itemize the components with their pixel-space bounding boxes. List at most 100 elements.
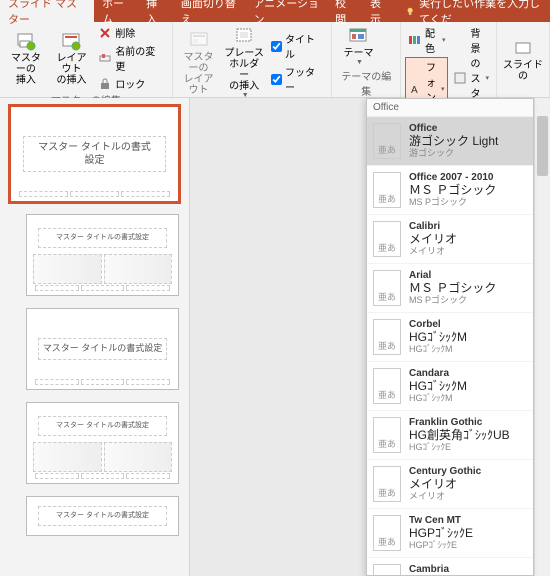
button-label: テーマ — [343, 48, 373, 59]
font-info: CandaraHGｺﾞｼｯｸMHGｺﾞｼｯｸM — [409, 368, 467, 404]
thumb-title-placeholder: マスター タイトルの書式設定 — [38, 506, 168, 525]
rename-button[interactable]: 名前の変更 — [95, 42, 167, 74]
font-info: Franklin GothicHG創英角ｺﾞｼｯｸUBHGｺﾞｼｯｸE — [409, 417, 510, 453]
themes-button[interactable]: テーマ ▼ — [336, 24, 380, 68]
title-checkbox-input[interactable] — [271, 41, 282, 52]
font-theme-item[interactable]: 亜あCandaraHGｺﾞｼｯｸMHGｺﾞｼｯｸM — [367, 362, 533, 411]
insert-layout-button[interactable]: レイアウト の挿入 — [50, 24, 94, 92]
font-sample-icon: 亜あ — [373, 221, 401, 257]
vertical-scrollbar[interactable] — [534, 98, 550, 576]
font-theme-item[interactable]: 亜あCorbelHGｺﾞｼｯｸMHGｺﾞｼｯｸM — [367, 313, 533, 362]
tab-view[interactable]: 表示 — [362, 0, 397, 22]
font-info: Calibriメイリオメイリオ — [409, 221, 457, 257]
delete-button[interactable]: 削除 — [95, 24, 167, 41]
font-panel-header: Office — [367, 99, 533, 117]
ribbon: マスターの 挿入 レイアウト の挿入 削除 名前の変更 ロック — [0, 22, 550, 98]
font-theme-item[interactable]: 亜あ CambriaHG明朝BHG明朝B — [367, 558, 533, 576]
font-theme-item[interactable]: 亜あCentury Gothicメイリオメイリオ — [367, 460, 533, 509]
font-theme-name: Corbel — [409, 319, 467, 331]
tab-insert[interactable]: 挿入 — [138, 0, 173, 22]
font-info: Tw Cen MTHGPｺﾞｼｯｸEHGPｺﾞｼｯｸE — [409, 515, 473, 551]
font-theme-item[interactable]: 亜あOffice 2007 - 2010ＭＳ ＰゴシックMS Pゴシック — [367, 166, 533, 215]
scrollbar-thumb[interactable] — [537, 116, 548, 176]
group-master-layout: マスターの レイアウト プレースホルダー の挿入 ▼ タイトル フッター マスタ… — [173, 22, 333, 97]
font-info: CorbelHGｺﾞｼｯｸMHGｺﾞｼｯｸM — [409, 319, 467, 355]
master-thumbnail[interactable]: マスター タイトルの書式 設定 — [10, 106, 179, 202]
fonts-dropdown-panel: Office 亜あOffice游ゴシック Light游ゴシック亜あOffice … — [366, 98, 534, 576]
font-minor: HGPｺﾞｼｯｸE — [409, 540, 473, 550]
font-sample-icon: 亜あ — [373, 368, 401, 404]
layout-thumbnail[interactable]: マスター タイトルの書式設定 — [26, 496, 179, 536]
themes-icon — [348, 26, 368, 46]
tab-transitions[interactable]: 画面切り替え — [173, 0, 246, 22]
button-label: レイアウト の挿入 — [52, 53, 92, 86]
font-theme-name: Candara — [409, 368, 467, 380]
font-theme-item[interactable]: 亜あTw Cen MTHGPｺﾞｼｯｸEHGPｺﾞｼｯｸE — [367, 509, 533, 558]
font-theme-name: Tw Cen MT — [409, 515, 473, 527]
slide-size-icon — [513, 38, 533, 58]
font-major: メイリオ — [409, 478, 481, 492]
layout-thumbnail[interactable]: マスター タイトルの書式設定 — [26, 214, 179, 296]
font-theme-name: Cambria — [409, 564, 459, 576]
font-info: Century Gothicメイリオメイリオ — [409, 466, 481, 502]
checkbox-label: フッター — [285, 64, 324, 94]
fonts-icon: A — [409, 82, 423, 96]
insert-slide-master-button[interactable]: マスターの 挿入 — [4, 24, 48, 92]
font-theme-item[interactable]: 亜あArialＭＳ ＰゴシックMS Pゴシック — [367, 264, 533, 313]
font-sample-icon: 亜あ — [373, 417, 401, 453]
font-minor: HGｺﾞｼｯｸM — [409, 393, 467, 403]
tab-home[interactable]: ホーム — [94, 0, 138, 22]
footer-checkbox-input[interactable] — [271, 74, 282, 85]
button-label: マスターの レイアウト — [179, 52, 219, 96]
font-info: Office 2007 - 2010ＭＳ ＰゴシックMS Pゴシック — [409, 172, 496, 208]
button-label: 名前の変更 — [115, 43, 164, 73]
master-layout-button[interactable]: マスターの レイアウト — [177, 24, 221, 101]
font-info: Office游ゴシック Light游ゴシック — [409, 123, 498, 159]
font-major: ＭＳ Ｐゴシック — [409, 282, 496, 296]
chevron-down-icon: ▾ — [441, 85, 445, 93]
group-background: 配色 ▾ A フォント ▾ 背景のスタイル ▾ 背景を非表示 — [401, 22, 497, 97]
font-info: CambriaHG明朝BHG明朝B — [409, 564, 459, 576]
chevron-down-icon: ▾ — [442, 36, 446, 44]
font-minor: MS Pゴシック — [409, 295, 496, 305]
tab-review[interactable]: 校閲 — [327, 0, 362, 22]
font-theme-name: Calibri — [409, 221, 457, 233]
font-major: メイリオ — [409, 233, 457, 247]
workspace: マスター タイトルの書式 設定 マスター タイトルの書式設定 マスター タイトル… — [0, 98, 550, 576]
thumbnail-pane[interactable]: マスター タイトルの書式 設定 マスター タイトルの書式設定 マスター タイトル… — [0, 98, 190, 576]
preserve-button[interactable]: ロック — [95, 75, 167, 92]
group-label: テーマの編集 — [336, 68, 396, 99]
font-minor: HGｺﾞｼｯｸM — [409, 344, 467, 354]
slide-master-icon — [16, 31, 36, 51]
button-label: スライドの — [503, 60, 543, 82]
font-sample-icon: 亜あ — [373, 270, 401, 306]
font-major: HGｺﾞｼｯｸM — [409, 331, 467, 345]
tab-slide-master[interactable]: スライド マスター — [0, 0, 94, 22]
layout-thumbnail[interactable]: マスター タイトルの書式設定 — [26, 308, 179, 390]
font-theme-item[interactable]: 亜あOffice游ゴシック Light游ゴシック — [367, 117, 533, 166]
button-label: 削除 — [115, 25, 135, 40]
font-major: 游ゴシック Light — [409, 135, 498, 149]
font-theme-item[interactable]: 亜あCalibriメイリオメイリオ — [367, 215, 533, 264]
tab-animations[interactable]: アニメーション — [246, 0, 328, 22]
title-checkbox[interactable]: タイトル — [268, 30, 327, 62]
font-minor: メイリオ — [409, 246, 457, 256]
footer-checkbox[interactable]: フッター — [268, 63, 327, 95]
font-theme-item[interactable]: 亜あFranklin GothicHG創英角ｺﾞｼｯｸUBHGｺﾞｼｯｸE — [367, 411, 533, 460]
font-major: HG創英角ｺﾞｼｯｸUB — [409, 429, 510, 443]
font-major: HGｺﾞｼｯｸM — [409, 380, 467, 394]
colors-button[interactable]: 配色 ▾ — [405, 24, 449, 56]
layout-thumbnail[interactable]: マスター タイトルの書式設定 — [26, 402, 179, 484]
font-minor: MS Pゴシック — [409, 197, 496, 207]
group-edit-master: マスターの 挿入 レイアウト の挿入 削除 名前の変更 ロック — [0, 22, 173, 97]
master-layout-icon — [189, 30, 209, 50]
font-theme-name: Century Gothic — [409, 466, 481, 478]
rename-icon — [98, 51, 112, 65]
layout-icon — [61, 31, 81, 51]
font-sample-icon: 亜あ — [373, 564, 401, 576]
font-theme-name: Office — [409, 123, 498, 135]
slide-size-button[interactable]: スライドの — [501, 24, 545, 95]
slide-editor[interactable]: Office 亜あOffice游ゴシック Light游ゴシック亜あOffice … — [190, 98, 550, 576]
font-minor: HGｺﾞｼｯｸE — [409, 442, 510, 452]
insert-placeholder-button[interactable]: プレースホルダー の挿入 ▼ — [222, 24, 266, 101]
